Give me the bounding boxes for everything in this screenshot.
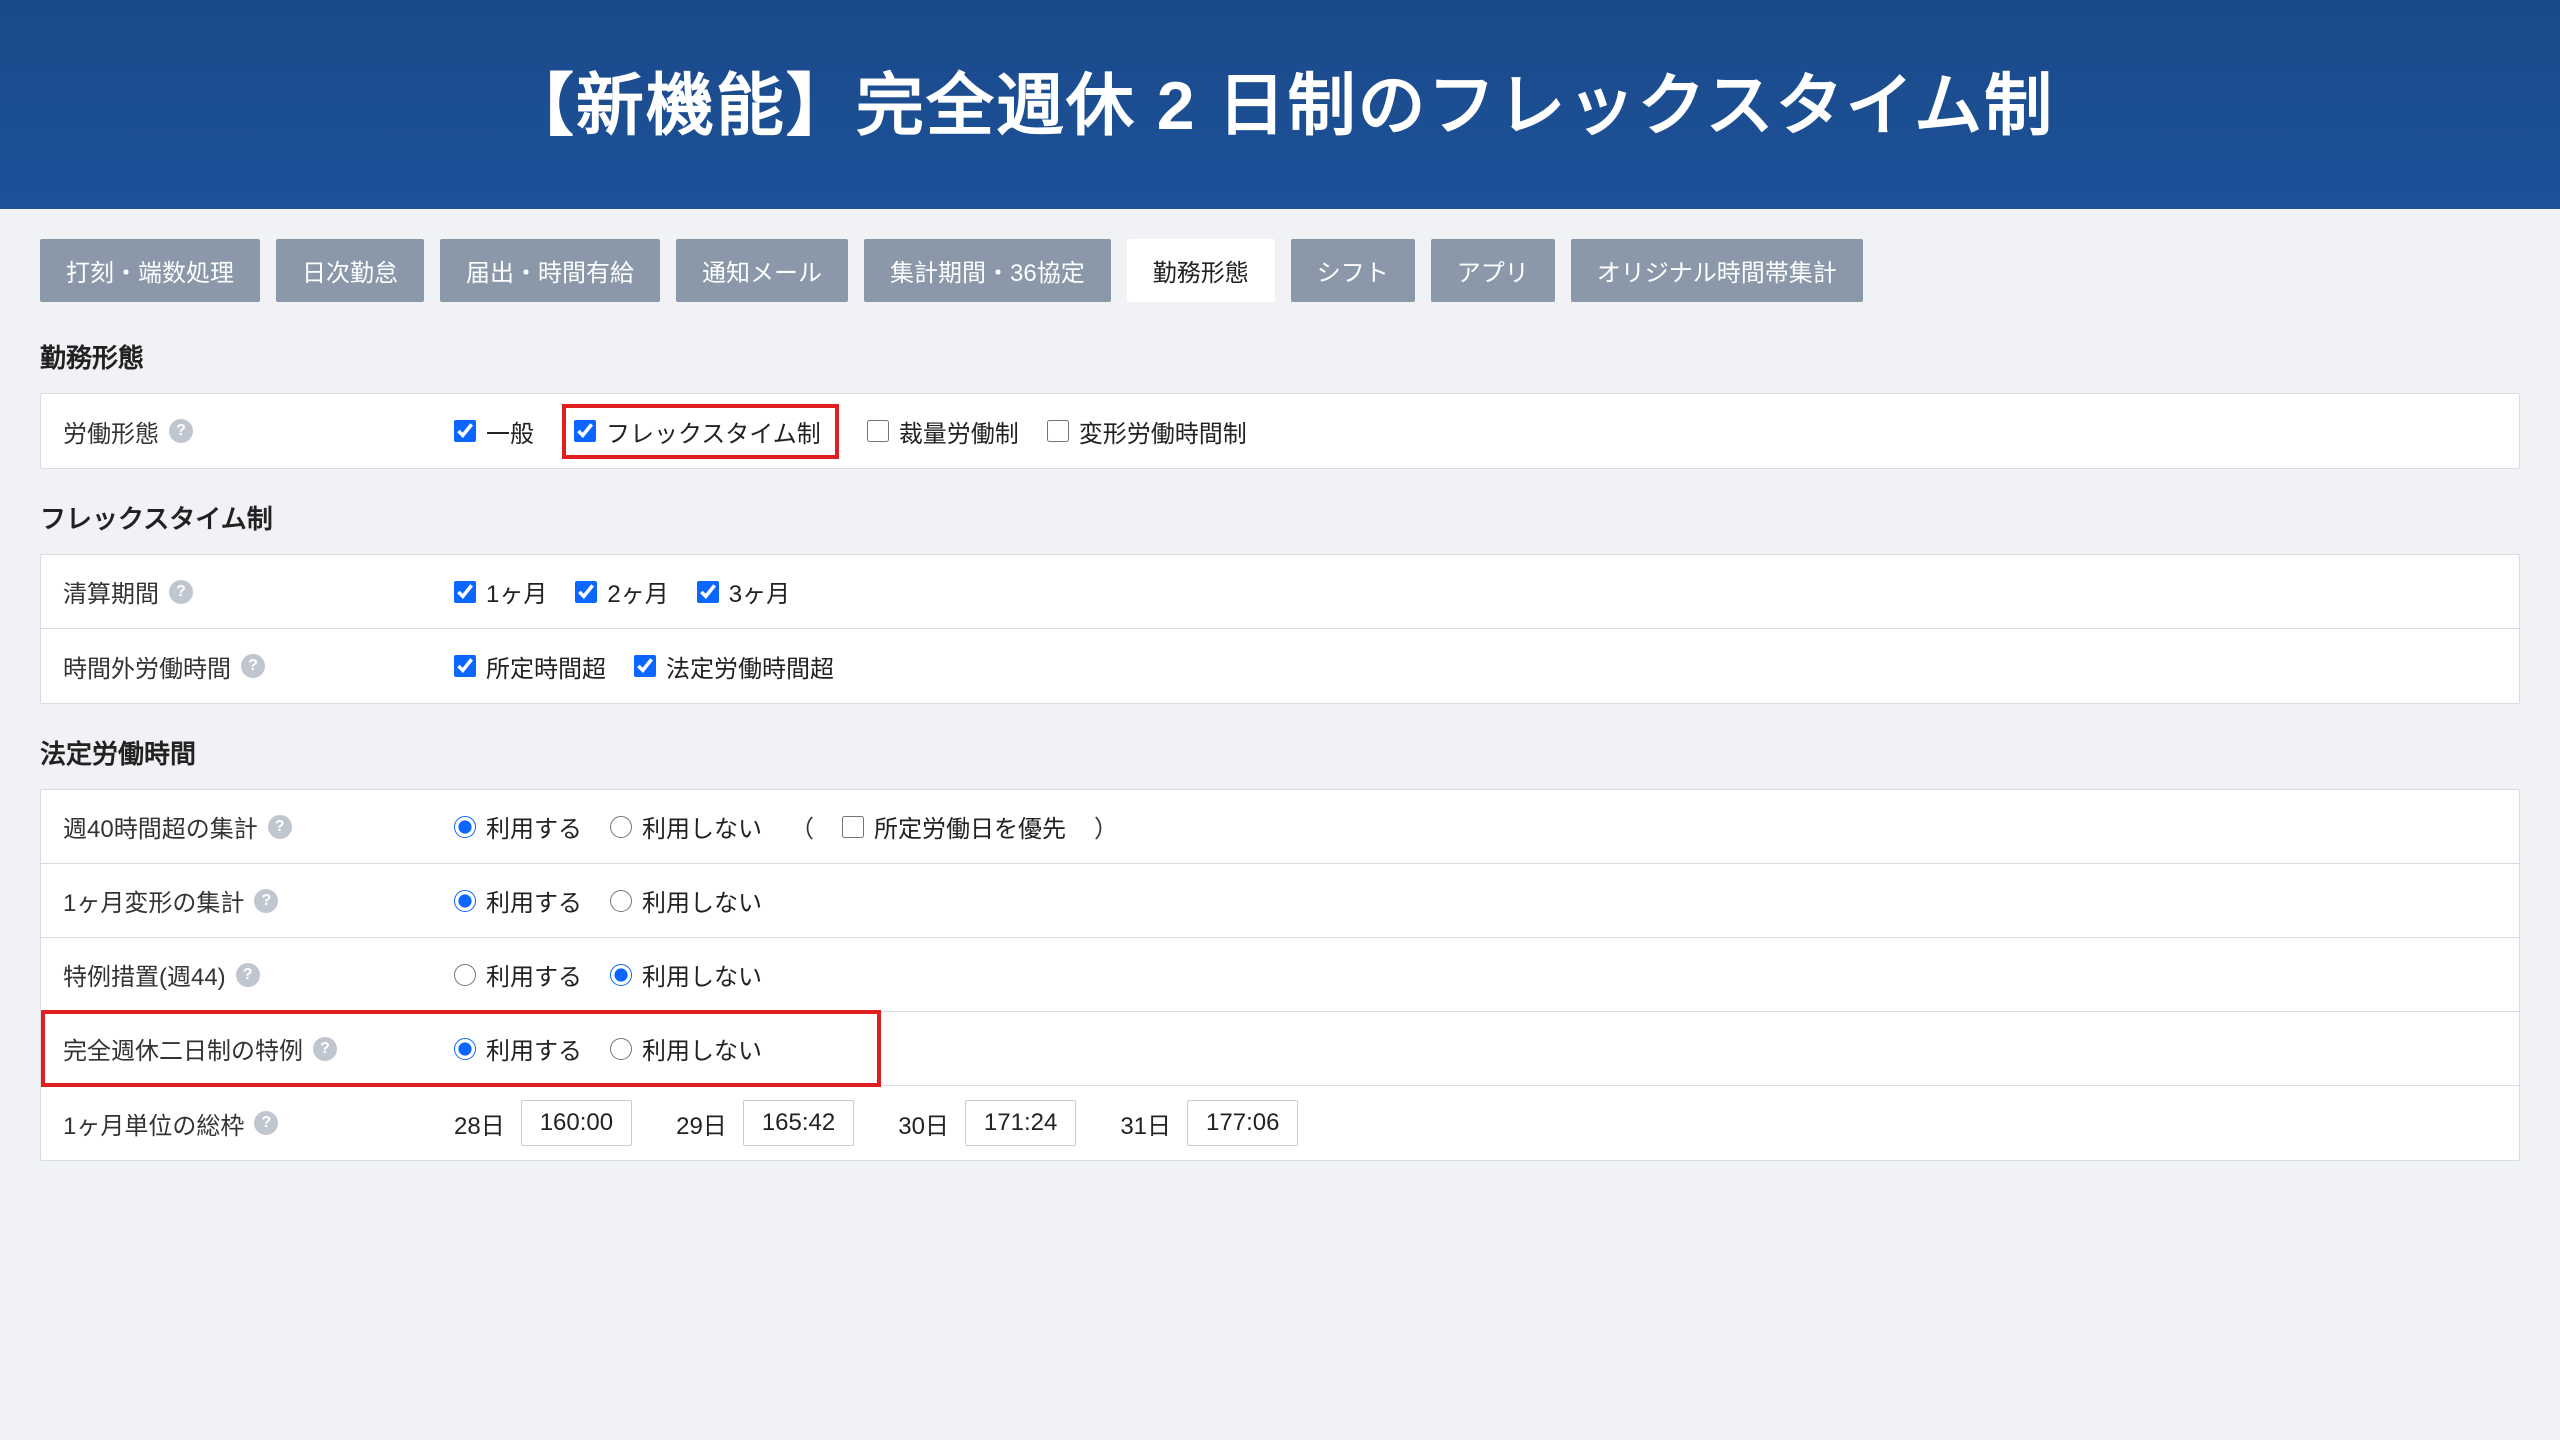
section-workstyle-title: 勤務形態 xyxy=(40,338,2520,375)
section-flex-title: フレックスタイム制 xyxy=(40,499,2520,536)
check-flex-label: フレックスタイム制 xyxy=(606,414,821,449)
check-variable[interactable]: 変形労働時間制 xyxy=(1047,414,1247,449)
highlight-flex: フレックスタイム制 xyxy=(562,404,839,459)
day-label: 28日 xyxy=(454,1106,505,1141)
tab-mail[interactable]: 通知メール xyxy=(676,239,848,302)
daypair-31: 31日 177:06 xyxy=(1120,1100,1298,1146)
row-labor-type: 労働形態 ? 一般 フレックスタイム制 裁量労働制 変形労働時間制 xyxy=(41,394,2519,468)
radio-w44-use[interactable]: 利用する xyxy=(454,957,582,992)
time-input-28[interactable]: 160:00 xyxy=(521,1100,632,1146)
radio-label: 利用しない xyxy=(642,809,762,844)
label-labor-type: 労働形態 xyxy=(63,414,159,449)
help-icon[interactable]: ? xyxy=(254,889,278,913)
help-icon[interactable]: ? xyxy=(313,1037,337,1061)
tab-workstyle[interactable]: 勤務形態 xyxy=(1127,239,1275,302)
radio-2d-nouse[interactable]: 利用しない xyxy=(610,1031,762,1066)
check-discretion[interactable]: 裁量労働制 xyxy=(867,414,1019,449)
check-discretion-label: 裁量労働制 xyxy=(899,414,1019,449)
tab-app[interactable]: アプリ xyxy=(1431,239,1555,302)
row-period: 清算期間 ? 1ヶ月 2ヶ月 3ヶ月 xyxy=(41,555,2519,629)
check-flex[interactable]: フレックスタイム制 xyxy=(574,414,821,449)
check-general[interactable]: 一般 xyxy=(454,414,534,449)
check-over-fixed-label: 所定時間超 xyxy=(486,649,606,684)
tab-request[interactable]: 届出・時間有給 xyxy=(440,239,660,302)
label-full-2days: 完全週休二日制の特例 xyxy=(63,1031,303,1066)
radio-label: 利用しない xyxy=(642,883,762,918)
help-icon[interactable]: ? xyxy=(236,963,260,987)
check-1m-label: 1ヶ月 xyxy=(486,574,547,609)
row-overtime: 時間外労働時間 ? 所定時間超 法定労働時間超 xyxy=(41,629,2519,703)
panel-flex: 清算期間 ? 1ヶ月 2ヶ月 3ヶ月 時間外労働時間 ? 所定時間超 法定労働時… xyxy=(40,554,2520,704)
check-over-fixed[interactable]: 所定時間超 xyxy=(454,649,606,684)
tab-daily[interactable]: 日次勤怠 xyxy=(276,239,424,302)
daypair-28: 28日 160:00 xyxy=(454,1100,632,1146)
banner-title: 【新機能】完全週休 2 日制のフレックスタイム制 xyxy=(0,50,2560,149)
radio-label: 利用しない xyxy=(642,1031,762,1066)
tab-original[interactable]: オリジナル時間帯集計 xyxy=(1571,239,1863,302)
day-label: 30日 xyxy=(898,1106,949,1141)
check-over-legal[interactable]: 法定労働時間超 xyxy=(634,649,834,684)
label-period: 清算期間 xyxy=(63,574,159,609)
panel-legal: 週40時間超の集計 ? 利用する 利用しない （ 所定労働日を優先 ） 1ヶ月変… xyxy=(40,789,2520,1161)
check-3m-label: 3ヶ月 xyxy=(729,574,790,609)
radio-label: 利用する xyxy=(486,957,582,992)
check-2m-label: 2ヶ月 xyxy=(607,574,668,609)
paren-close: ） xyxy=(1094,809,1118,844)
check-3m[interactable]: 3ヶ月 xyxy=(697,574,790,609)
radio-1m-nouse[interactable]: 利用しない xyxy=(610,883,762,918)
daypair-30: 30日 171:24 xyxy=(898,1100,1076,1146)
row-1month-var: 1ヶ月変形の集計 ? 利用する 利用しない xyxy=(41,864,2519,938)
section-legal-title: 法定労働時間 xyxy=(40,734,2520,771)
radio-1m-use[interactable]: 利用する xyxy=(454,883,582,918)
time-input-29[interactable]: 165:42 xyxy=(743,1100,854,1146)
day-label: 31日 xyxy=(1120,1106,1171,1141)
check-general-label: 一般 xyxy=(486,414,534,449)
row-full-2days: 完全週休二日制の特例 ? 利用する 利用しない xyxy=(41,1012,2519,1086)
radio-w44-nouse[interactable]: 利用しない xyxy=(610,957,762,992)
check-over-legal-label: 法定労働時間超 xyxy=(666,649,834,684)
help-icon[interactable]: ? xyxy=(254,1111,278,1135)
daypair-29: 29日 165:42 xyxy=(676,1100,854,1146)
label-week44: 特例措置(週44) xyxy=(63,957,226,992)
time-input-30[interactable]: 171:24 xyxy=(965,1100,1076,1146)
radio-2d-use[interactable]: 利用する xyxy=(454,1031,582,1066)
label-1month-var: 1ヶ月変形の集計 xyxy=(63,883,244,918)
day-label: 29日 xyxy=(676,1106,727,1141)
row-week44: 特例措置(週44) ? 利用する 利用しない xyxy=(41,938,2519,1012)
check-priority[interactable]: 所定労働日を優先 xyxy=(842,809,1066,844)
help-icon[interactable]: ? xyxy=(169,580,193,604)
help-icon[interactable]: ? xyxy=(268,815,292,839)
tab-aggregate[interactable]: 集計期間・36協定 xyxy=(864,239,1111,302)
tab-stamp[interactable]: 打刻・端数処理 xyxy=(40,239,260,302)
check-1m[interactable]: 1ヶ月 xyxy=(454,574,547,609)
radio-label: 利用する xyxy=(486,809,582,844)
banner: 【新機能】完全週休 2 日制のフレックスタイム制 xyxy=(0,0,2560,209)
radio-label: 利用しない xyxy=(642,957,762,992)
paren-open: （ xyxy=(790,809,814,844)
radio-week40-use[interactable]: 利用する xyxy=(454,809,582,844)
tab-shift[interactable]: シフト xyxy=(1291,239,1415,302)
check-variable-label: 変形労働時間制 xyxy=(1079,414,1247,449)
radio-week40-nouse[interactable]: 利用しない xyxy=(610,809,762,844)
label-week40: 週40時間超の集計 xyxy=(63,809,258,844)
tabs: 打刻・端数処理 日次勤怠 届出・時間有給 通知メール 集計期間・36協定 勤務形… xyxy=(40,239,2520,302)
check-2m[interactable]: 2ヶ月 xyxy=(575,574,668,609)
radio-label: 利用する xyxy=(486,883,582,918)
label-total-frame: 1ヶ月単位の総枠 xyxy=(63,1106,244,1141)
help-icon[interactable]: ? xyxy=(241,654,265,678)
panel-workstyle: 労働形態 ? 一般 フレックスタイム制 裁量労働制 変形労働時間制 xyxy=(40,393,2520,469)
row-week40: 週40時間超の集計 ? 利用する 利用しない （ 所定労働日を優先 ） xyxy=(41,790,2519,864)
row-total-frame: 1ヶ月単位の総枠 ? 28日 160:00 29日 165:42 30日 171… xyxy=(41,1086,2519,1160)
help-icon[interactable]: ? xyxy=(169,419,193,443)
time-input-31[interactable]: 177:06 xyxy=(1187,1100,1298,1146)
radio-label: 利用する xyxy=(486,1031,582,1066)
label-overtime: 時間外労働時間 xyxy=(63,649,231,684)
check-priority-label: 所定労働日を優先 xyxy=(874,809,1066,844)
